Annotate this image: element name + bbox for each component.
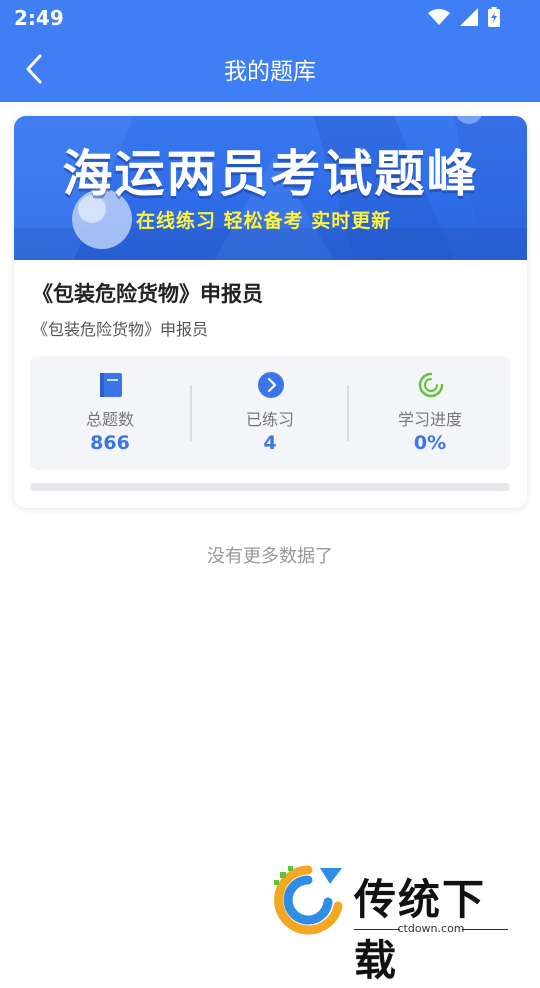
wifi-icon bbox=[428, 9, 450, 25]
signal-icon bbox=[460, 8, 478, 26]
battery-icon bbox=[488, 7, 500, 27]
page-title: 我的题库 bbox=[224, 59, 316, 85]
question-bank-card[interactable]: 海运两员考试题峰 在线练习 轻松备考 实时更新 《包装危险货物》申报员 《包装危… bbox=[14, 116, 527, 508]
arrow-circle-icon bbox=[258, 372, 284, 398]
stat-divider bbox=[347, 385, 349, 441]
stat-progress: 学习进度 0% bbox=[350, 356, 510, 470]
bank-subtitle: 《包装危险货物》申报员 bbox=[32, 320, 209, 339]
stat-practiced: 已练习 4 bbox=[190, 356, 350, 470]
stat-total-label: 总题数 bbox=[85, 410, 134, 429]
progress-bar bbox=[30, 483, 510, 491]
stat-practiced-value: 4 bbox=[263, 432, 277, 454]
progress-ring-icon bbox=[418, 372, 444, 398]
bank-title: 《包装危险货物》申报员 bbox=[32, 282, 263, 306]
status-bar: 2:49 bbox=[0, 0, 540, 36]
stat-progress-label: 学习进度 bbox=[397, 410, 462, 429]
watermark-logo: 传统下载 ctdown.com bbox=[268, 862, 518, 985]
status-time: 2:49 bbox=[14, 6, 64, 30]
stat-total-value: 866 bbox=[90, 432, 130, 454]
stats-panel: 总题数 866 已练习 4 学习进度 0% bbox=[30, 356, 510, 470]
watermark-line bbox=[462, 929, 508, 930]
no-more-data-text: 没有更多数据了 bbox=[207, 546, 333, 567]
banner-subtitle: 在线练习 轻松备考 实时更新 bbox=[136, 210, 392, 232]
app-bar: 我的题库 bbox=[0, 36, 540, 102]
status-icons bbox=[428, 7, 500, 27]
stat-total: 总题数 866 bbox=[30, 356, 190, 470]
ctdown-logo-icon bbox=[274, 865, 343, 935]
stat-practiced-label: 已练习 bbox=[245, 410, 294, 429]
banner-title: 海运两员考试题峰 bbox=[62, 145, 479, 203]
stat-progress-value: 0% bbox=[413, 432, 447, 454]
card-banner: 海运两员考试题峰 在线练习 轻松备考 实时更新 bbox=[14, 116, 527, 260]
book-icon bbox=[100, 373, 122, 397]
